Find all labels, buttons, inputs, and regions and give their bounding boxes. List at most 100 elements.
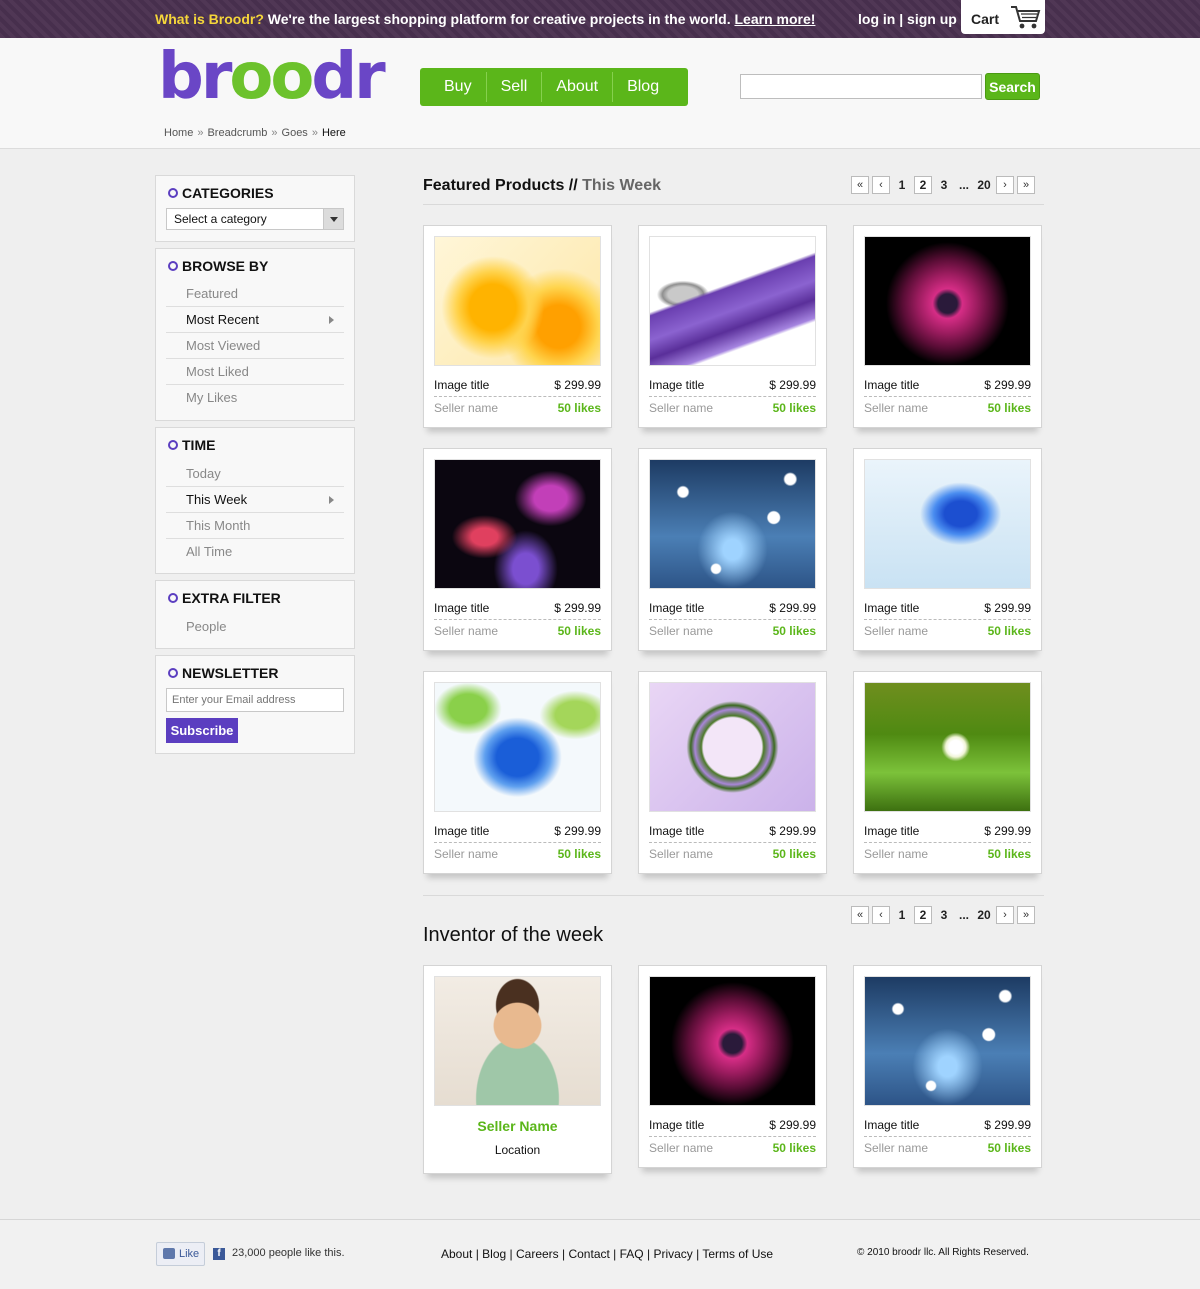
product-title[interactable]: Image title	[864, 824, 919, 838]
seller-name[interactable]: Seller name	[649, 624, 713, 638]
pager-prev-button[interactable]: ‹	[872, 176, 890, 194]
pager-last-button[interactable]: »	[1017, 176, 1036, 194]
pager-page-2[interactable]: 2	[914, 176, 932, 194]
browse-my-likes[interactable]: My Likes	[166, 385, 344, 411]
product-card[interactable]: Image title $ 299.99 Seller name 50 like…	[853, 965, 1042, 1168]
product-card[interactable]: Image title $ 299.99 Seller name 50 like…	[853, 448, 1042, 651]
footer-link-terms[interactable]: Terms of Use	[702, 1247, 773, 1261]
footer-link-faq[interactable]: FAQ	[620, 1247, 644, 1261]
browse-most-recent[interactable]: Most Recent	[166, 307, 344, 333]
pager-page-3[interactable]: 3	[935, 178, 953, 192]
inventor-name[interactable]: Seller Name	[424, 1118, 611, 1134]
footer-link-careers[interactable]: Careers	[516, 1247, 559, 1261]
inventor-photo-smiling-man[interactable]	[434, 976, 601, 1106]
card-divider	[649, 396, 816, 397]
seller-name[interactable]: Seller name	[434, 847, 498, 861]
broodr-logo[interactable]: broodr	[158, 42, 386, 112]
time-this-week[interactable]: This Week	[166, 487, 344, 513]
product-image-white-flower-grass[interactable]	[864, 682, 1031, 812]
breadcrumb-item[interactable]: Breadcrumb	[207, 127, 267, 139]
pager-prev-button[interactable]: ‹	[872, 906, 890, 924]
pager-first-button[interactable]: «	[851, 176, 869, 194]
subscribe-button[interactable]: Subscribe	[166, 718, 238, 743]
search-input[interactable]	[740, 74, 982, 99]
pager-next-button[interactable]: ›	[996, 176, 1015, 194]
category-select[interactable]: Select a category	[166, 208, 344, 230]
product-title[interactable]: Image title	[434, 824, 489, 838]
seller-name[interactable]: Seller name	[864, 401, 928, 415]
seller-name[interactable]: Seller name	[434, 624, 498, 638]
product-card[interactable]: Image title $ 299.99 Seller name 50 like…	[853, 225, 1042, 428]
product-image-key-purple-zippers[interactable]	[649, 236, 816, 366]
nav-blog[interactable]: Blog	[613, 72, 673, 102]
pager-page-1[interactable]: 1	[893, 178, 911, 192]
product-title[interactable]: Image title	[649, 824, 704, 838]
seller-name[interactable]: Seller name	[434, 401, 498, 415]
breadcrumb-home[interactable]: Home	[164, 127, 193, 139]
cart-button[interactable]: Cart	[961, 0, 1045, 34]
product-title[interactable]: Image title	[649, 601, 704, 615]
product-image-flower-wreath[interactable]	[649, 682, 816, 812]
breadcrumb-item[interactable]: Goes	[282, 127, 308, 139]
product-card[interactable]: Image title $ 299.99 Seller name 50 like…	[638, 965, 827, 1168]
product-card[interactable]: Image title $ 299.99 Seller name 50 like…	[638, 225, 827, 428]
pager-page-3[interactable]: 3	[935, 908, 953, 922]
product-image-blue-water-splash[interactable]	[864, 459, 1031, 589]
browse-featured[interactable]: Featured	[166, 281, 344, 307]
product-card[interactable]: Image title $ 299.99 Seller name 50 like…	[638, 671, 827, 874]
product-card[interactable]: Image title $ 299.99 Seller name 50 like…	[423, 671, 612, 874]
nav-sell[interactable]: Sell	[487, 72, 543, 102]
product-card[interactable]: Image title $ 299.99 Seller name 50 like…	[423, 225, 612, 428]
footer-link-blog[interactable]: Blog	[482, 1247, 506, 1261]
product-title[interactable]: Image title	[434, 378, 489, 392]
facebook-like-button[interactable]: Like	[156, 1242, 205, 1266]
seller-name[interactable]: Seller name	[864, 847, 928, 861]
pager-page-2[interactable]: 2	[914, 906, 932, 924]
product-image-yellow-flowers[interactable]	[434, 236, 601, 366]
pager-page-last[interactable]: 20	[975, 178, 993, 192]
seller-name[interactable]: Seller name	[864, 624, 928, 638]
product-card[interactable]: Image title $ 299.99 Seller name 50 like…	[853, 671, 1042, 874]
seller-name[interactable]: Seller name	[649, 847, 713, 861]
pager-page-last[interactable]: 20	[975, 908, 993, 922]
pager-last-button[interactable]: »	[1017, 906, 1036, 924]
product-card[interactable]: Image title $ 299.99 Seller name 50 like…	[423, 448, 612, 651]
product-title[interactable]: Image title	[649, 378, 704, 392]
inventor-card[interactable]: Seller Name Location	[423, 965, 612, 1174]
product-image-blue-leaf-glass[interactable]	[434, 682, 601, 812]
product-title[interactable]: Image title	[864, 1118, 919, 1132]
learn-more-link[interactable]: Learn more!	[735, 11, 816, 27]
filter-people[interactable]: People	[166, 614, 344, 640]
product-title[interactable]: Image title	[434, 601, 489, 615]
footer-link-contact[interactable]: Contact	[568, 1247, 609, 1261]
newsletter-email-input[interactable]	[166, 688, 344, 712]
product-image-magenta-daisy[interactable]	[864, 236, 1031, 366]
nav-about[interactable]: About	[542, 72, 614, 102]
pager-next-button[interactable]: ›	[996, 906, 1015, 924]
featured-heading: Featured Products // This Week	[423, 177, 661, 195]
product-title[interactable]: Image title	[649, 1118, 704, 1132]
browse-most-liked[interactable]: Most Liked	[166, 359, 344, 385]
product-title[interactable]: Image title	[864, 601, 919, 615]
product-image-blue-bokeh[interactable]	[649, 459, 816, 589]
product-title[interactable]: Image title	[864, 378, 919, 392]
time-this-month[interactable]: This Month	[166, 513, 344, 539]
footer-link-privacy[interactable]: Privacy	[653, 1247, 692, 1261]
time-today[interactable]: Today	[166, 461, 344, 487]
product-image-neon-lilies[interactable]	[434, 459, 601, 589]
browse-most-viewed[interactable]: Most Viewed	[166, 333, 344, 359]
signup-link[interactable]: sign up	[907, 11, 957, 27]
time-all-time[interactable]: All Time	[166, 539, 344, 565]
seller-name[interactable]: Seller name	[864, 1141, 928, 1155]
nav-buy[interactable]: Buy	[430, 72, 487, 102]
login-link[interactable]: log in	[858, 11, 895, 27]
seller-name[interactable]: Seller name	[649, 1141, 713, 1155]
product-image-magenta-daisy[interactable]	[649, 976, 816, 1106]
product-image-blue-bokeh[interactable]	[864, 976, 1031, 1106]
pager-first-button[interactable]: «	[851, 906, 869, 924]
pager-page-1[interactable]: 1	[893, 908, 911, 922]
product-card[interactable]: Image title $ 299.99 Seller name 50 like…	[638, 448, 827, 651]
footer-link-about[interactable]: About	[441, 1247, 472, 1261]
seller-name[interactable]: Seller name	[649, 401, 713, 415]
search-button[interactable]: Search	[985, 73, 1040, 100]
